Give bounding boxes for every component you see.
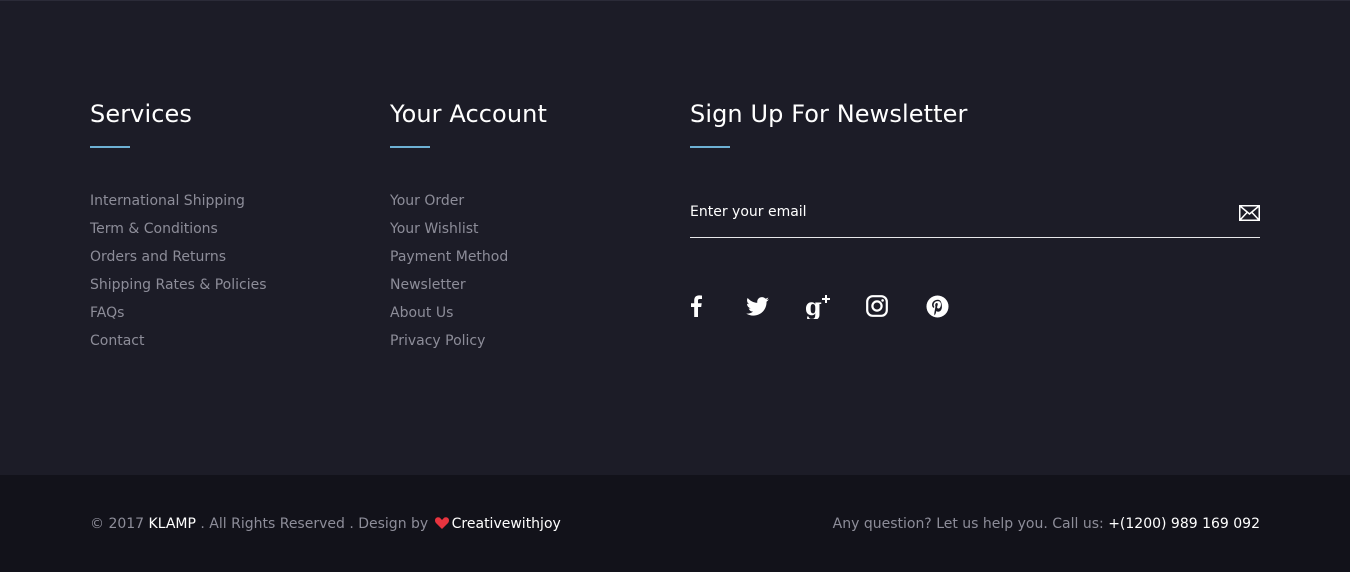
link-payment-method[interactable]: Payment Method: [390, 249, 508, 265]
services-heading-underline: [90, 146, 130, 148]
pinterest-icon[interactable]: [923, 292, 951, 320]
email-input[interactable]: [690, 199, 1210, 224]
link-about-us[interactable]: About Us: [390, 305, 453, 321]
link-orders-returns[interactable]: Orders and Returns: [90, 249, 226, 265]
link-privacy-policy[interactable]: Privacy Policy: [390, 333, 485, 349]
services-links: International Shipping Term & Conditions…: [90, 192, 360, 360]
link-your-order[interactable]: Your Order: [390, 193, 464, 209]
rights-text: . All Rights Reserved . Design by: [200, 516, 429, 532]
heart-icon: [434, 517, 449, 533]
newsletter-column: Sign Up For Newsletter Enter your email …: [690, 100, 1260, 319]
account-heading: Your Account: [390, 100, 547, 128]
link-international-shipping[interactable]: International Shipping: [90, 193, 245, 209]
account-links: Your Order Your Wishlist Payment Method …: [390, 192, 660, 360]
google-plus-icon[interactable]: g: [803, 292, 831, 320]
footer-main: Services International Shipping Term & C…: [0, 0, 1350, 475]
account-heading-underline: [390, 146, 430, 148]
services-column: Services International Shipping Term & C…: [90, 100, 360, 360]
link-your-wishlist[interactable]: Your Wishlist: [390, 221, 479, 237]
copyright-prefix: © 2017: [90, 516, 145, 532]
contact-text: Any question? Let us help you. Call us: …: [833, 516, 1260, 532]
envelope-icon[interactable]: [1238, 203, 1260, 223]
facebook-icon[interactable]: [690, 292, 712, 320]
link-faqs[interactable]: FAQs: [90, 305, 124, 321]
contact-prompt: Any question? Let us help you. Call us:: [832, 516, 1104, 532]
newsletter-form: [690, 199, 1260, 238]
newsletter-heading-underline: [690, 146, 730, 148]
instagram-icon[interactable]: [863, 292, 891, 320]
footer-bottom-bar: © 2017 KLAMP . All Rights Reserved . Des…: [0, 475, 1350, 572]
link-shipping-rates[interactable]: Shipping Rates & Policies: [90, 277, 267, 293]
account-column: Your Account Your Order Your Wishlist Pa…: [390, 100, 660, 360]
svg-text:g: g: [805, 293, 822, 319]
link-terms-conditions[interactable]: Term & Conditions: [90, 221, 218, 237]
services-heading: Services: [90, 100, 193, 128]
newsletter-heading: Sign Up For Newsletter: [690, 100, 968, 128]
brand-link[interactable]: KLAMP: [149, 516, 196, 532]
phone-link[interactable]: +(1200) 989 169 092: [1108, 516, 1260, 532]
twitter-icon[interactable]: [743, 292, 771, 320]
copyright-text: © 2017 KLAMP . All Rights Reserved . Des…: [90, 516, 561, 533]
designer-link[interactable]: Creativewithjoy: [452, 516, 561, 532]
link-newsletter[interactable]: Newsletter: [390, 277, 466, 293]
link-contact[interactable]: Contact: [90, 333, 144, 349]
social-links: g: [690, 292, 983, 320]
